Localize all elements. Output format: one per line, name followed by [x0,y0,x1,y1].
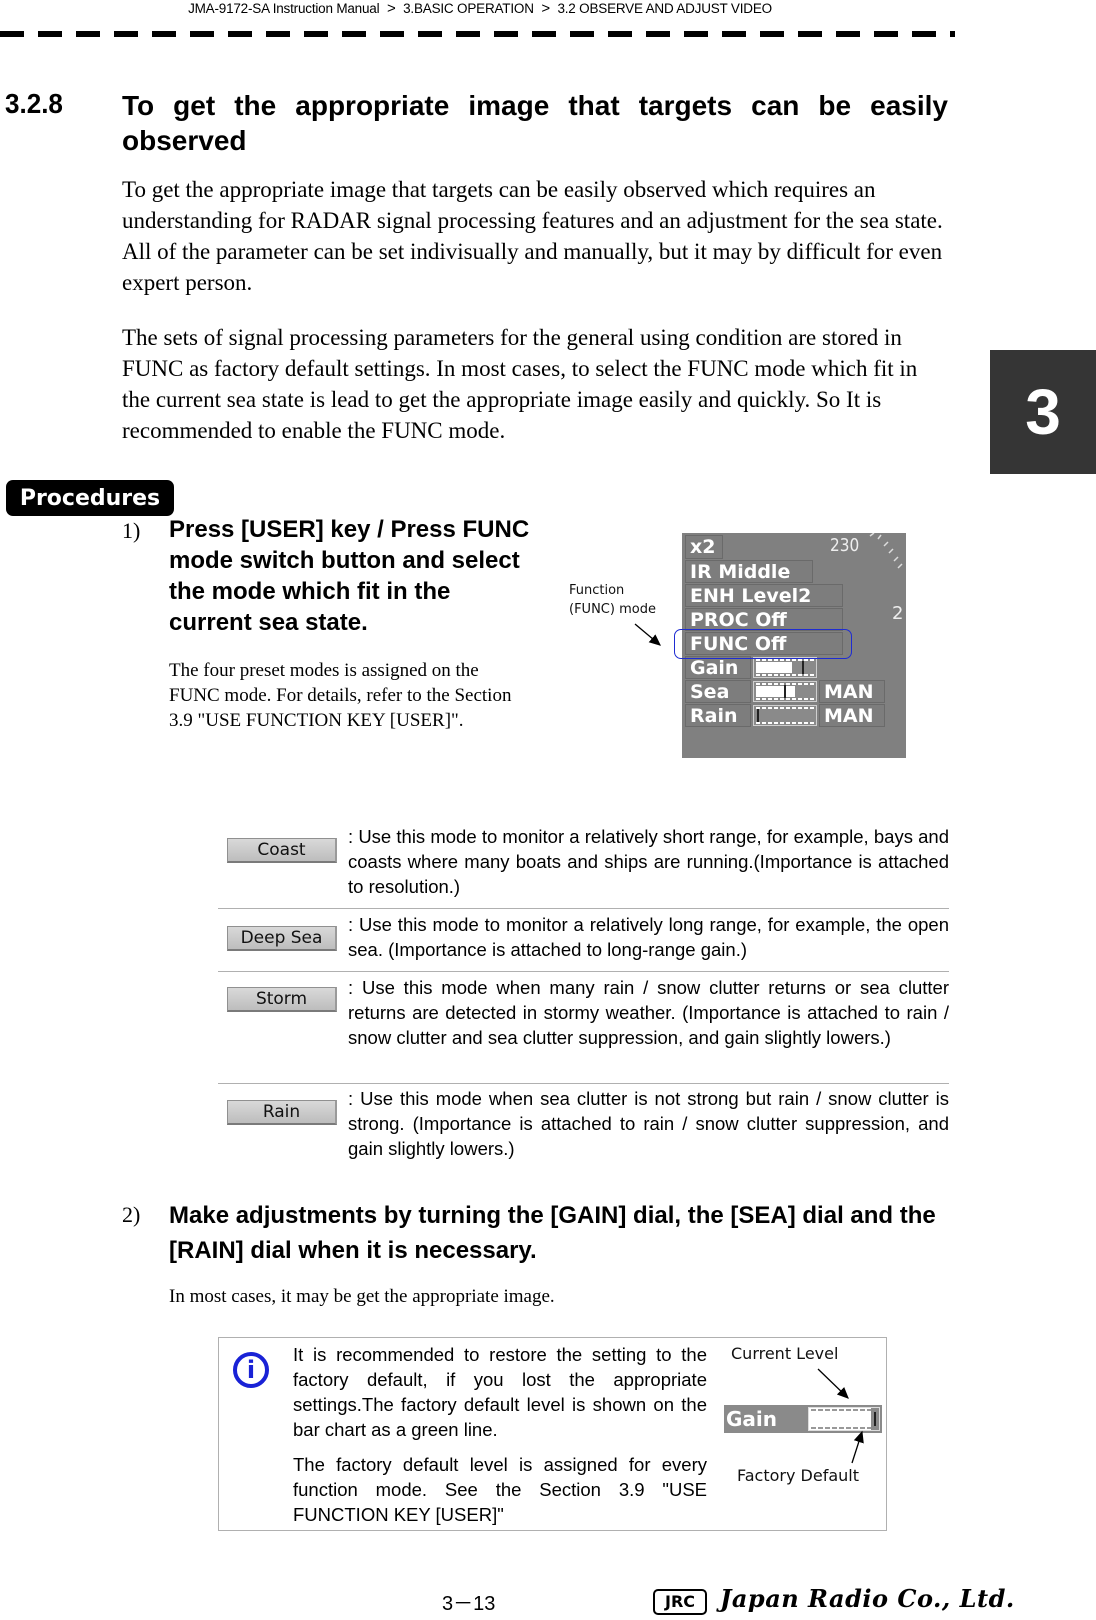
step-body: In most cases, it may be get the appropr… [169,1286,555,1307]
note-paragraph: It is recommended to restore the setting… [293,1344,707,1440]
mode-row: Coast : Use this mode to monitor a relat… [218,820,949,909]
sea-level-bar[interactable] [753,681,817,702]
rain-label: Rain [685,704,751,727]
deep-sea-mode-button[interactable]: Deep Sea [227,926,337,951]
mode-description: : Use this mode to monitor a relatively … [348,826,949,897]
step-title: Make adjustments by turning the [GAIN] d… [169,1202,936,1264]
breadcrumb: JMA-9172-SA Instruction Manual > 3.BASIC… [0,0,960,17]
mode-row: Storm : Use this mode when many rain / s… [218,971,949,1084]
jrc-logo: JRC [653,1589,707,1615]
intro-paragraph: The sets of signal processing parameters… [122,325,918,443]
callout-line: (FUNC) mode [569,602,656,617]
mode-row: Rain : Use this mode when sea clutter is… [218,1083,949,1171]
func-mode-callout: Function (FUNC) mode [569,581,656,619]
mode-description: : Use this mode to monitor a relatively … [348,914,949,960]
info-note: i It is recommended to restore the setti… [218,1337,887,1531]
tick-marks [756,674,814,676]
step-title: Press [USER] key / Press FUNC mode switc… [169,516,530,636]
page-number: 3－13 [442,1593,496,1615]
procedures-badge: Procedures [6,480,174,516]
step-body: The four preset modes is assigned on the… [169,660,512,731]
func-mode-highlight [674,629,852,659]
func-callout-arrow [634,623,661,646]
rain-mode[interactable]: MAN [819,704,885,727]
step-number: 2) [122,1202,141,1227]
panel-cell[interactable]: x2 [685,535,723,559]
intro-paragraph: To get the appropriate image that target… [122,177,943,295]
mode-row: Deep Sea : Use this mode to monitor a re… [218,908,949,972]
storm-mode-button[interactable]: Storm [227,987,337,1012]
rain-mode-button[interactable]: Rain [227,1100,337,1125]
level-fill [756,686,795,697]
info-icon: i [233,1352,269,1388]
gain-level-bar[interactable] [753,657,817,678]
bearing-digit: 2 [892,603,903,624]
tick-marks [811,1409,871,1411]
breadcrumb-separator: > [541,0,550,17]
breadcrumb-separator: > [386,0,396,17]
current-level-label: Current Level [731,1344,839,1363]
gain-bar-figure: Gain [724,1405,882,1433]
tick-marks [756,722,814,724]
section-title: To get the appropriate image that target… [122,90,948,156]
coast-mode-button[interactable]: Coast [227,838,337,863]
tick-marks [756,707,814,709]
panel-cell[interactable]: ENH Level2 [685,584,843,607]
gain-label: Gain [685,656,751,679]
tick-marks [756,698,814,700]
breadcrumb-section: 3.2 OBSERVE AND ADJUST VIDEO [557,1,772,16]
step-number: 1) [122,518,141,543]
bearing-scale-ticks: 2 [869,533,903,624]
company-logo: Japan Radio Co., Ltd. [720,1584,1015,1613]
chapter-tab: 3 [990,350,1096,474]
tick-marks [756,659,814,661]
sea-mode[interactable]: MAN [819,680,885,703]
gain-label: Gain [726,1407,778,1431]
mode-description: : Use this mode when sea clutter is not … [348,1088,949,1159]
header-dashed-rule [0,31,955,37]
panel-cell[interactable]: IR Middle [685,560,813,583]
range-readout: 230 [830,535,860,556]
level-fill [756,662,792,673]
note-paragraph: The factory default level is assigned fo… [293,1454,707,1525]
callout-line: Function [569,583,625,598]
breadcrumb-chapter: 3.BASIC OPERATION [403,1,534,16]
gain-level-bar [808,1407,880,1431]
current-level-marker [784,685,786,698]
factory-default-marker [874,1412,876,1426]
tick-marks [811,1427,871,1429]
rain-level-bar[interactable] [753,705,817,726]
breadcrumb-manual: JMA-9172-SA Instruction Manual [188,1,380,16]
current-level-marker [802,661,804,674]
section-number: 3.2.8 [5,88,63,119]
current-level-marker [757,709,759,722]
mode-description: : Use this mode when many rain / snow cl… [348,977,949,1048]
panel-cell[interactable]: PROC Off [685,608,843,631]
sea-label: Sea [685,680,751,703]
factory-default-label: Factory Default [737,1466,859,1485]
